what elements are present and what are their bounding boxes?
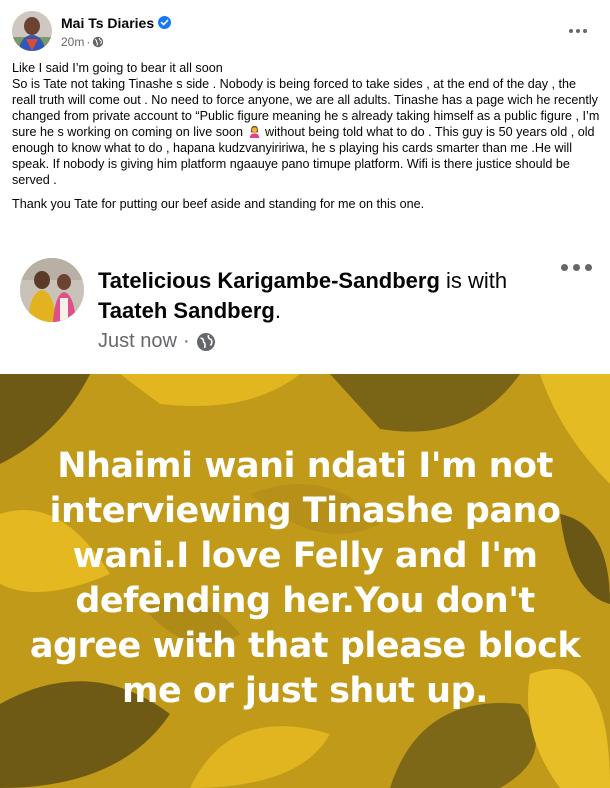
more-options-icon [561, 264, 592, 271]
globe-icon [93, 36, 104, 48]
shared-post-title: Tatelicious Karigambe-Sandberg is with T… [98, 266, 538, 326]
author-avatar[interactable] [12, 11, 52, 51]
shared-author-name: Tatelicious Karigambe-Sandberg [98, 268, 440, 293]
status-background: Nhaimi wani ndati I'm not interviewing T… [0, 374, 610, 788]
shared-post-time: Just now [98, 330, 177, 352]
title-period: . [274, 298, 281, 323]
post-body: Like I said I’m going to bear it all soo… [12, 60, 602, 220]
verified-badge-icon [158, 16, 172, 29]
is-with-text: is with [446, 268, 508, 293]
woman-gesturing-emoji [249, 125, 259, 138]
post-paragraph-thanks: Thank you Tate for putting our beef asid… [12, 197, 425, 211]
post-header: Mai Ts Diaries 20m · [12, 11, 598, 51]
tagged-person-name: Taateh Sandberg [98, 298, 275, 323]
post-time[interactable]: 20m [61, 35, 84, 49]
shared-post-header: Tatelicious Karigambe-Sandberg is with T… [0, 244, 610, 374]
more-options-icon [569, 29, 587, 33]
post-paragraph: Like I said I’m going to bear it all soo… [12, 60, 602, 188]
post-line-1: Like I said I’m going to bear it all soo… [12, 61, 223, 75]
shared-meta-separator: · [182, 330, 190, 352]
more-options-button[interactable] [564, 17, 592, 45]
meta-separator: · [86, 35, 91, 49]
post-meta: 20m · [61, 35, 104, 49]
shared-post-meta: Just now · [98, 330, 216, 353]
author-name[interactable]: Mai Ts Diaries [61, 15, 172, 31]
author-name-text[interactable]: Mai Ts Diaries [61, 15, 154, 31]
shared-author-avatar [20, 258, 84, 322]
divider [0, 237, 610, 244]
globe-icon [196, 332, 215, 351]
shared-post-image[interactable]: Tatelicious Karigambe-Sandberg is with T… [0, 244, 610, 788]
status-text: Nhaimi wani ndati I'm not interviewing T… [29, 446, 581, 711]
